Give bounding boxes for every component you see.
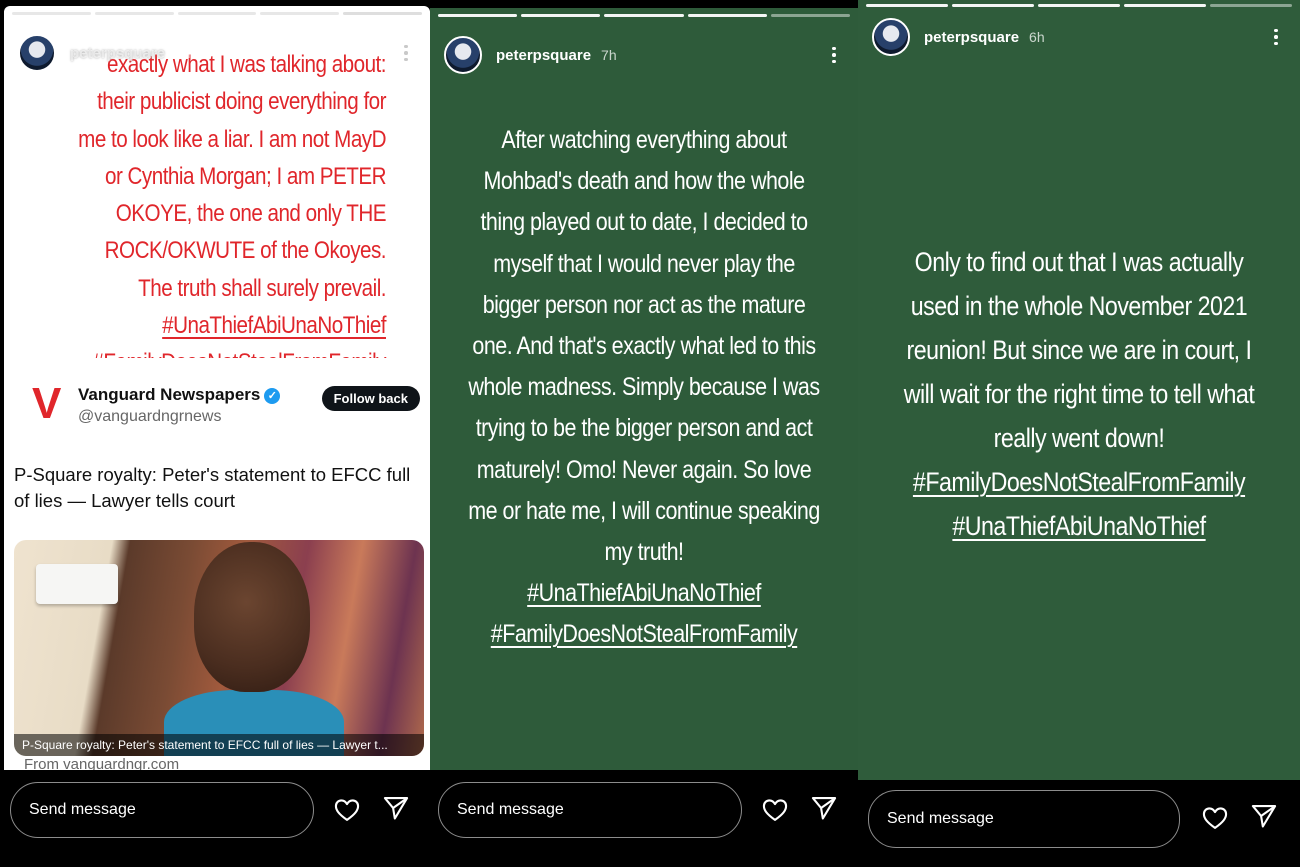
tweet-image[interactable]: P-Square royalty: Peter's statement to E… bbox=[14, 540, 424, 756]
tweet-handle: @vanguardngrnews bbox=[78, 408, 222, 425]
tweet-account-name: Vanguard Newspapers ✓ bbox=[78, 385, 281, 405]
post-time: 7h bbox=[601, 47, 617, 63]
tweet-source[interactable]: From vanguardngr.com bbox=[24, 756, 179, 770]
vanguard-logo: V bbox=[32, 379, 62, 428]
heart-icon[interactable] bbox=[760, 796, 790, 824]
send-icon[interactable] bbox=[810, 794, 838, 822]
story-body-text: After watching everything about Mohbad's… bbox=[468, 126, 820, 567]
story-body: exactly what I was talking about: their … bbox=[66, 46, 386, 382]
story-body: Only to find out that I was actually use… bbox=[894, 240, 1264, 548]
send-message-input[interactable]: Send message bbox=[438, 782, 742, 838]
verified-icon: ✓ bbox=[264, 388, 281, 404]
progress-segment bbox=[438, 14, 518, 17]
progress-segment bbox=[604, 14, 684, 17]
tweet-account-name-text: Vanguard Newspapers bbox=[78, 385, 261, 404]
username[interactable]: peterpsquare bbox=[924, 29, 1019, 46]
story-panel-3: peterpsquare 6h Only to find out that I … bbox=[858, 0, 1300, 867]
tweet-header: V Vanguard Newspapers ✓ @vanguardngrnews … bbox=[12, 358, 422, 438]
heart-icon[interactable] bbox=[1200, 804, 1230, 832]
progress-segment bbox=[687, 14, 767, 17]
hashtag-link[interactable]: #UnaThiefAbiUnaNoThief bbox=[66, 307, 386, 344]
story-progress-bar bbox=[438, 14, 851, 17]
story-content[interactable]: peterpsquare 6h Only to find out that I … bbox=[858, 0, 1300, 780]
heart-icon[interactable] bbox=[332, 796, 362, 824]
avatar[interactable] bbox=[444, 36, 482, 74]
send-icon[interactable] bbox=[382, 794, 410, 822]
progress-segment bbox=[12, 12, 91, 15]
story-text: exactly what I was talking about: their … bbox=[14, 46, 386, 382]
story-progress-bar bbox=[866, 4, 1292, 7]
reply-bar: Send message bbox=[0, 770, 430, 867]
story-content[interactable]: exactly what I was talking about: their … bbox=[4, 6, 430, 770]
progress-segment bbox=[952, 4, 1034, 7]
air-conditioner-shape bbox=[36, 564, 118, 604]
username[interactable]: peterpsquare bbox=[496, 47, 591, 64]
send-message-input[interactable]: Send message bbox=[868, 790, 1180, 848]
more-vertical-icon[interactable] bbox=[824, 45, 844, 65]
avatar[interactable] bbox=[872, 18, 910, 56]
reply-bar: Send message bbox=[430, 770, 858, 867]
image-caption: P-Square royalty: Peter's statement to E… bbox=[14, 734, 424, 756]
hashtag-link[interactable]: #UnaThiefAbiUnaNoThief bbox=[894, 504, 1264, 548]
send-icon[interactable] bbox=[1250, 802, 1278, 830]
progress-segment bbox=[1124, 4, 1206, 7]
progress-segment bbox=[260, 12, 340, 15]
reply-bar: Send message bbox=[858, 780, 1300, 867]
progress-segment bbox=[866, 4, 948, 7]
hashtag-link[interactable]: #UnaThiefAbiUnaNoThief bbox=[465, 573, 823, 614]
story-panel-2: peterpsquare 7h After watching everythin… bbox=[430, 0, 858, 867]
story-header: peterpsquare 6h bbox=[872, 14, 1286, 60]
story-body-text: Only to find out that I was actually use… bbox=[903, 247, 1255, 453]
story-header: peterpsquare 7h bbox=[444, 32, 844, 78]
hashtag-link[interactable]: #FamilyDoesNotStealFromFamily bbox=[894, 460, 1264, 504]
progress-segment bbox=[343, 12, 422, 15]
story-text: After watching everything about Mohbad's… bbox=[436, 120, 852, 656]
embedded-tweet-card[interactable]: V Vanguard Newspapers ✓ @vanguardngrnews … bbox=[4, 358, 430, 770]
story-body: After watching everything about Mohbad's… bbox=[465, 120, 823, 656]
post-time: 6h bbox=[1029, 29, 1045, 45]
person-head-shape bbox=[194, 542, 310, 692]
hashtag-link[interactable]: #FamilyDoesNotStealFromFamily bbox=[465, 614, 823, 655]
story-body-text: exactly what I was talking about: their … bbox=[78, 51, 387, 302]
progress-segment bbox=[1038, 4, 1120, 7]
progress-segment bbox=[94, 12, 174, 15]
more-vertical-icon[interactable] bbox=[1266, 27, 1286, 47]
story-text: Only to find out that I was actually use… bbox=[864, 240, 1294, 548]
tweet-text: P-Square royalty: Peter's statement to E… bbox=[14, 464, 411, 511]
story-progress-bar bbox=[12, 12, 422, 15]
progress-segment bbox=[1210, 4, 1292, 7]
progress-segment bbox=[177, 12, 257, 15]
avatar[interactable] bbox=[18, 34, 56, 72]
username[interactable]: peterpsquare bbox=[70, 45, 165, 62]
story-header: peterpsquare 7h bbox=[18, 30, 416, 76]
send-message-input[interactable]: Send message bbox=[10, 782, 314, 838]
follow-back-button[interactable]: Follow back bbox=[321, 386, 420, 411]
progress-segment bbox=[521, 14, 601, 17]
story-panel-1: exactly what I was talking about: their … bbox=[0, 0, 430, 867]
story-content[interactable]: peterpsquare 7h After watching everythin… bbox=[430, 8, 858, 770]
more-vertical-icon[interactable] bbox=[396, 43, 416, 63]
post-time: 7h bbox=[175, 45, 191, 61]
progress-segment bbox=[770, 14, 851, 17]
